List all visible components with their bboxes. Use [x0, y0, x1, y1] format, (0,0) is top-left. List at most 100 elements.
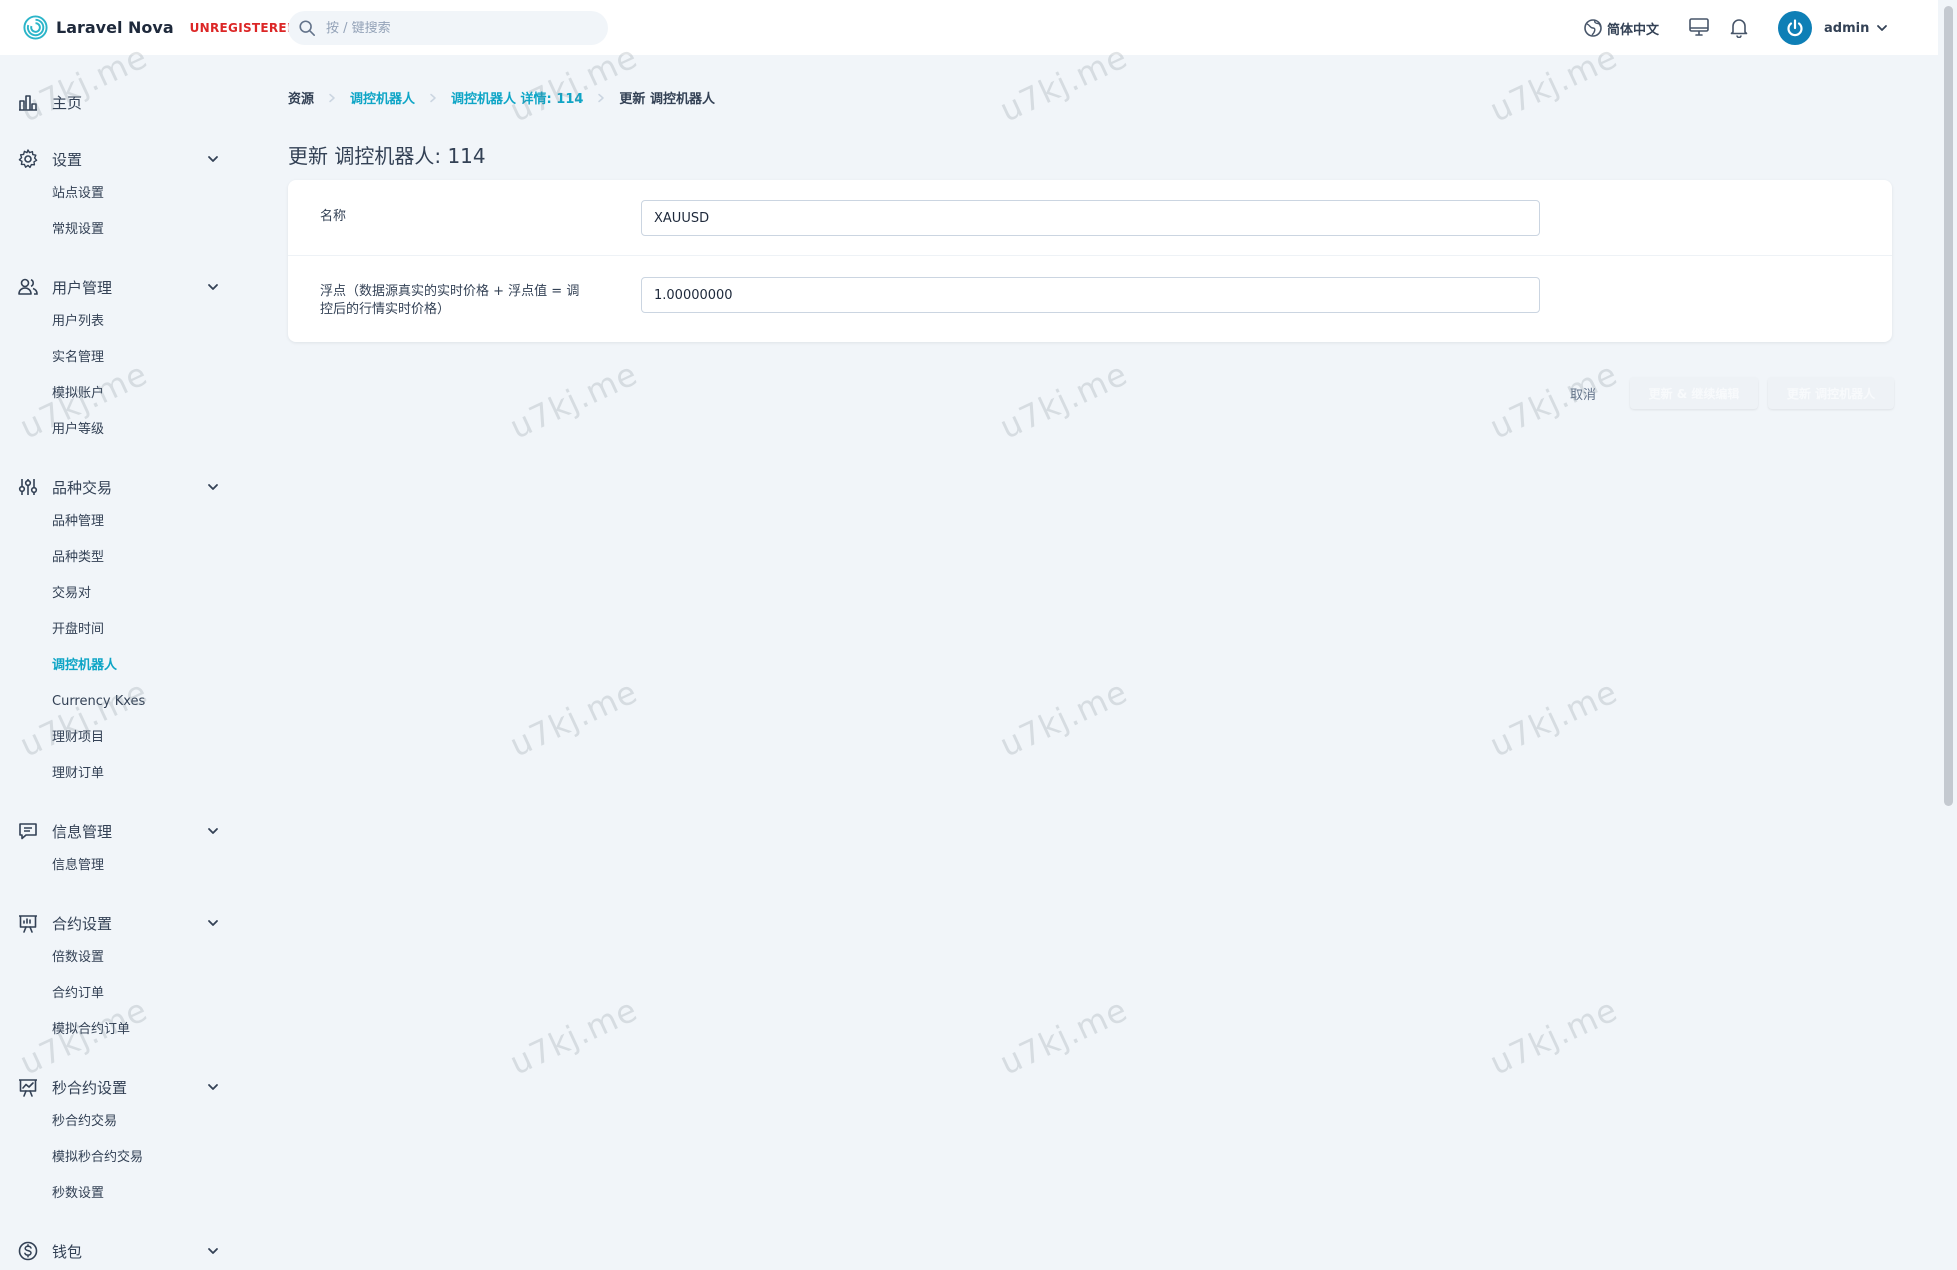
language-label: 简体中文: [1607, 22, 1660, 38]
search-icon: [299, 20, 316, 37]
watermark: u7kj.me: [1484, 672, 1624, 765]
sidebar-item[interactable]: 实名管理: [52, 340, 222, 376]
breadcrumb-item-resource[interactable]: 调控机器人: [350, 88, 415, 107]
sidebar-group-header[interactable]: 品种交易: [17, 474, 222, 500]
sidebar-group-wallet: 钱包: [17, 1238, 222, 1264]
user-name: admin: [1824, 20, 1870, 36]
breadcrumb-item-detail[interactable]: 调控机器人 详情: 114: [451, 88, 583, 107]
sidebar-item[interactable]: 信息管理: [52, 848, 222, 884]
user-menu[interactable]: admin: [1778, 11, 1889, 45]
form-actions: 取消 更新 & 继续编辑 更新 调控机器人: [1570, 377, 1895, 409]
bell-icon[interactable]: [1728, 16, 1750, 38]
sidebar-item-active[interactable]: 调控机器人: [52, 648, 222, 684]
page-scrollbar[interactable]: [1940, 0, 1957, 1270]
sidebar-group-header[interactable]: 钱包: [17, 1238, 222, 1264]
top-header: Laravel Nova UNREGISTERED 简体中文: [0, 0, 1938, 55]
sidebar-item[interactable]: 常规设置: [52, 212, 222, 248]
chevron-down-icon: [208, 828, 218, 834]
sidebar-group-label: 信息管理: [52, 822, 113, 841]
float-input[interactable]: [641, 277, 1540, 313]
header-right: 简体中文: [1583, 12, 1659, 44]
global-search[interactable]: [288, 11, 608, 45]
sidebar-group-label: 钱包: [52, 1242, 83, 1261]
form-card: 名称 浮点（数据源真实的实时价格 + 浮点值 = 调控后的行情实时价格）: [288, 180, 1892, 342]
sidebar-item[interactable]: 模拟账户: [52, 376, 222, 412]
globe-icon: [1584, 19, 1602, 37]
sidebar-group-messages: 信息管理 信息管理: [17, 818, 222, 884]
sliders-icon: [18, 479, 38, 495]
chevron-down-icon: [208, 284, 218, 290]
sidebar-item[interactable]: 品种管理: [52, 504, 222, 540]
sidebar-item[interactable]: 用户列表: [52, 304, 222, 340]
presentation-icon: [19, 915, 37, 933]
sidebar-group-header[interactable]: 合约设置: [17, 910, 222, 936]
update-continue-button[interactable]: 更新 & 继续编辑: [1630, 377, 1759, 409]
sidebar-group-header[interactable]: 用户管理: [17, 274, 222, 300]
sidebar-item[interactable]: 品种类型: [52, 540, 222, 576]
sidebar-item[interactable]: 开盘时间: [52, 612, 222, 648]
scrollbar-thumb[interactable]: [1944, 6, 1953, 806]
sidebar-group-header[interactable]: 秒合约设置: [17, 1074, 222, 1100]
sidebar-item[interactable]: 合约订单: [52, 976, 222, 1012]
sidebar-group-label: 设置: [52, 150, 83, 169]
sidebar-group-label: 合约设置: [52, 914, 113, 933]
sidebar-group-label: 用户管理: [52, 278, 113, 297]
monitor-icon[interactable]: [1688, 16, 1710, 38]
sidebar-group-users: 用户管理 用户列表 实名管理 模拟账户 用户等级: [17, 274, 222, 448]
sidebar-item[interactable]: 秒数设置: [52, 1176, 222, 1212]
chevron-down-icon: [208, 156, 218, 162]
name-input[interactable]: [641, 200, 1540, 236]
chart-board-icon: [19, 1079, 37, 1097]
brand[interactable]: Laravel Nova UNREGISTERED: [22, 14, 297, 41]
sidebar-item[interactable]: 倍数设置: [52, 940, 222, 976]
nova-logo-icon: [23, 15, 48, 40]
watermark: u7kj.me: [994, 354, 1134, 447]
chevron-down-icon: [208, 1084, 218, 1090]
chevron-down-icon: [1877, 25, 1888, 31]
chevron-down-icon: [208, 1248, 218, 1254]
sidebar-group-header[interactable]: 设置: [17, 146, 222, 172]
breadcrumb: 资源 调控机器人 调控机器人 详情: 114 更新 调控机器人: [288, 88, 715, 107]
sidebar-item[interactable]: 用户等级: [52, 412, 222, 448]
float-field-label: 浮点（数据源真实的实时价格 + 浮点值 = 调控后的行情实时价格）: [320, 284, 580, 317]
sidebar-item[interactable]: 交易对: [52, 576, 222, 612]
sidebar-group-settings: 设置 站点设置 常规设置: [17, 146, 222, 248]
sidebar-item[interactable]: 模拟秒合约交易: [52, 1140, 222, 1176]
sidebar-group-second-contracts: 秒合约设置 秒合约交易 模拟秒合约交易 秒数设置: [17, 1074, 222, 1212]
sidebar-item[interactable]: 理财项目: [52, 720, 222, 756]
form-row-name: 名称: [288, 180, 1892, 256]
sidebar-item[interactable]: Currency Kxes: [52, 684, 222, 720]
sidebar-item[interactable]: 理财订单: [52, 756, 222, 792]
chevron-right-icon: [430, 93, 436, 102]
sidebar-group-header[interactable]: 信息管理: [17, 818, 222, 844]
watermark: u7kj.me: [1484, 990, 1624, 1083]
breadcrumb-item-resources[interactable]: 资源: [288, 88, 314, 107]
sidebar-group-label: 秒合约设置: [52, 1078, 128, 1097]
watermark: u7kj.me: [504, 672, 644, 765]
users-icon: [18, 278, 38, 295]
chevron-down-icon: [208, 920, 218, 926]
chevron-right-icon: [329, 93, 335, 102]
language-switcher[interactable]: 简体中文: [1583, 18, 1659, 38]
name-field-label: 名称: [320, 209, 347, 224]
update-button[interactable]: 更新 调控机器人: [1768, 377, 1895, 409]
watermark: u7kj.me: [504, 990, 644, 1083]
avatar: [1778, 11, 1812, 45]
search-input[interactable]: [326, 20, 586, 36]
watermark: u7kj.me: [994, 990, 1134, 1083]
cancel-button[interactable]: 取消: [1570, 384, 1596, 403]
sidebar-group-trading: 品种交易 品种管理 品种类型 交易对 开盘时间 调控机器人 Currency K…: [17, 474, 222, 792]
sidebar-group-contracts: 合约设置 倍数设置 合约订单 模拟合约订单: [17, 910, 222, 1048]
gear-icon: [18, 149, 38, 169]
sidebar-group-label: 品种交易: [52, 478, 113, 497]
brand-name: Laravel Nova: [56, 18, 174, 37]
sidebar-item-home[interactable]: 主页: [17, 91, 82, 113]
sidebar-item[interactable]: 站点设置: [52, 176, 222, 212]
sidebar-item[interactable]: 模拟合约订单: [52, 1012, 222, 1048]
bar-chart-icon: [19, 95, 37, 111]
form-row-float: 浮点（数据源真实的实时价格 + 浮点值 = 调控后的行情实时价格）: [288, 256, 1892, 342]
sidebar-item-label: 主页: [52, 93, 83, 112]
power-icon: [1787, 19, 1803, 37]
sidebar-item[interactable]: 秒合约交易: [52, 1104, 222, 1140]
breadcrumb-item-current: 更新 调控机器人: [619, 92, 715, 107]
